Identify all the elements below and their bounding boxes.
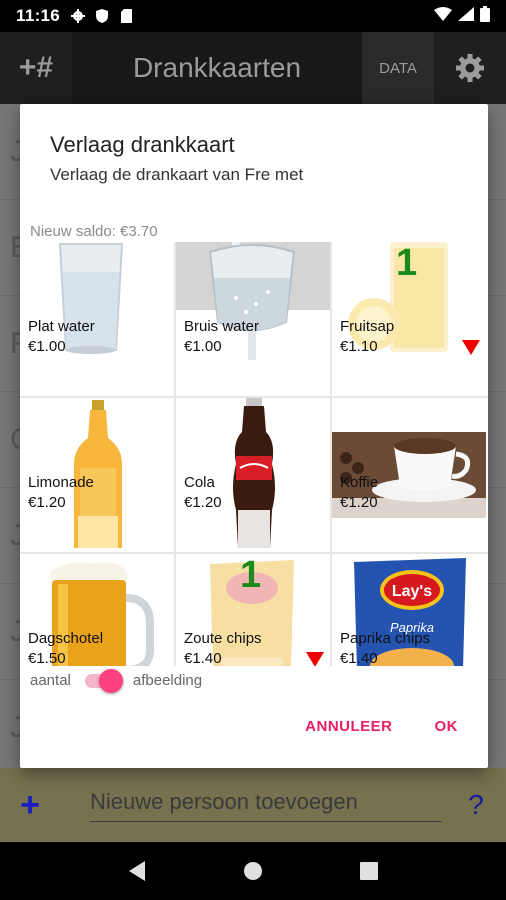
decrease-card-dialog: Verlaag drankkaart Verlaag de drankaart … [20, 104, 488, 768]
new-balance-label: Nieuw saldo: €3.70 [30, 223, 158, 240]
grid-divider [174, 242, 176, 666]
back-icon[interactable] [127, 860, 147, 882]
product-grid: Plat water €1.00 Bruis water €1.00 1 Fru… [20, 242, 488, 666]
product-tile-koffie[interactable]: Koffie €1.20 [332, 398, 486, 552]
navigation-bar [0, 842, 506, 900]
product-name: Fruitsap [340, 318, 395, 335]
view-mode-switch[interactable] [84, 669, 125, 693]
decrease-arrow-icon[interactable] [462, 340, 480, 355]
product-name: Zoute chips [184, 630, 262, 647]
product-count: 1 [240, 554, 262, 596]
product-tile-zoute-chips[interactable]: 1 Zoute chips €1.40 [176, 554, 330, 666]
product-tile-cola[interactable]: Cola €1.20 [176, 398, 330, 552]
product-name: Dagschotel [28, 630, 104, 647]
product-name: Cola [184, 474, 215, 491]
status-time: 11:16 [16, 6, 61, 25]
product-tile-dagschotel[interactable]: Dagschotel €1.50 [20, 554, 174, 666]
grid-divider [20, 396, 488, 398]
recents-icon[interactable] [359, 861, 379, 881]
data-button[interactable]: DATA [362, 32, 434, 104]
product-price: €1.00 [184, 338, 222, 355]
dialog-actions: ANNULEER OK [305, 718, 458, 735]
gear-icon [456, 54, 484, 82]
decrease-arrow-icon[interactable] [306, 652, 324, 666]
dialog-title: Verlaag drankkaart [50, 132, 235, 157]
sd-card-icon [118, 8, 134, 24]
view-toggle-row: aantal afbeelding [30, 666, 202, 694]
toggle-label-image: afbeelding [132, 671, 203, 689]
toggle-label-count: aantal [30, 671, 71, 689]
product-price: €1.20 [28, 494, 66, 511]
grid-divider [330, 242, 332, 666]
product-count: 1 [396, 242, 418, 284]
gear-icon [70, 8, 86, 24]
switch-knob [98, 669, 123, 693]
new-person-input[interactable]: Nieuwe persoon toevoegen [90, 789, 442, 822]
grid-divider [20, 552, 488, 554]
battery-icon [480, 5, 490, 27]
wifi-icon [434, 6, 452, 26]
product-name: Paprika chips [340, 630, 431, 647]
product-name: Limonade [28, 474, 94, 491]
ok-button[interactable]: OK [435, 718, 459, 735]
product-name: Bruis water [184, 318, 260, 335]
add-person-bar: + Nieuwe persoon toevoegen ? [0, 768, 506, 842]
product-tile-paprika-chips[interactable]: Lay's Paprika Paprika chips €1.40 [332, 554, 486, 666]
product-name: Koffie [340, 474, 379, 491]
shield-icon [94, 8, 110, 24]
product-tile-bruis-water[interactable]: Bruis water €1.00 [176, 242, 330, 396]
product-tile-limonade[interactable]: Limonade €1.20 [20, 398, 174, 552]
cancel-button[interactable]: ANNULEER [305, 718, 392, 735]
product-price: €1.40 [340, 650, 378, 666]
help-button[interactable]: ? [446, 789, 506, 821]
product-price: €1.00 [28, 338, 66, 355]
product-tile-plat-water[interactable]: Plat water €1.00 [20, 242, 174, 396]
product-tile-fruitsap[interactable]: 1 Fruitsap €1.10 [332, 242, 486, 396]
home-icon[interactable] [242, 860, 264, 882]
dialog-subtitle: Verlaag de drankaart van Fre met [50, 165, 304, 184]
add-person-button[interactable]: + [0, 786, 60, 825]
app-title: Drankkaarten [72, 32, 362, 104]
status-bar: 11:16 [0, 0, 506, 32]
product-price: €1.50 [28, 650, 66, 666]
product-price: €1.20 [184, 494, 222, 511]
add-hash-button[interactable]: +# [0, 32, 72, 104]
settings-button[interactable] [434, 32, 506, 104]
product-name: Plat water [28, 318, 95, 335]
product-price: €1.20 [340, 494, 378, 511]
product-price: €1.10 [340, 338, 378, 355]
signal-icon [458, 6, 474, 26]
chips-brand-logo: Lay's [392, 583, 432, 600]
app-bar: +# Drankkaarten DATA [0, 32, 506, 104]
product-price: €1.40 [184, 650, 222, 666]
